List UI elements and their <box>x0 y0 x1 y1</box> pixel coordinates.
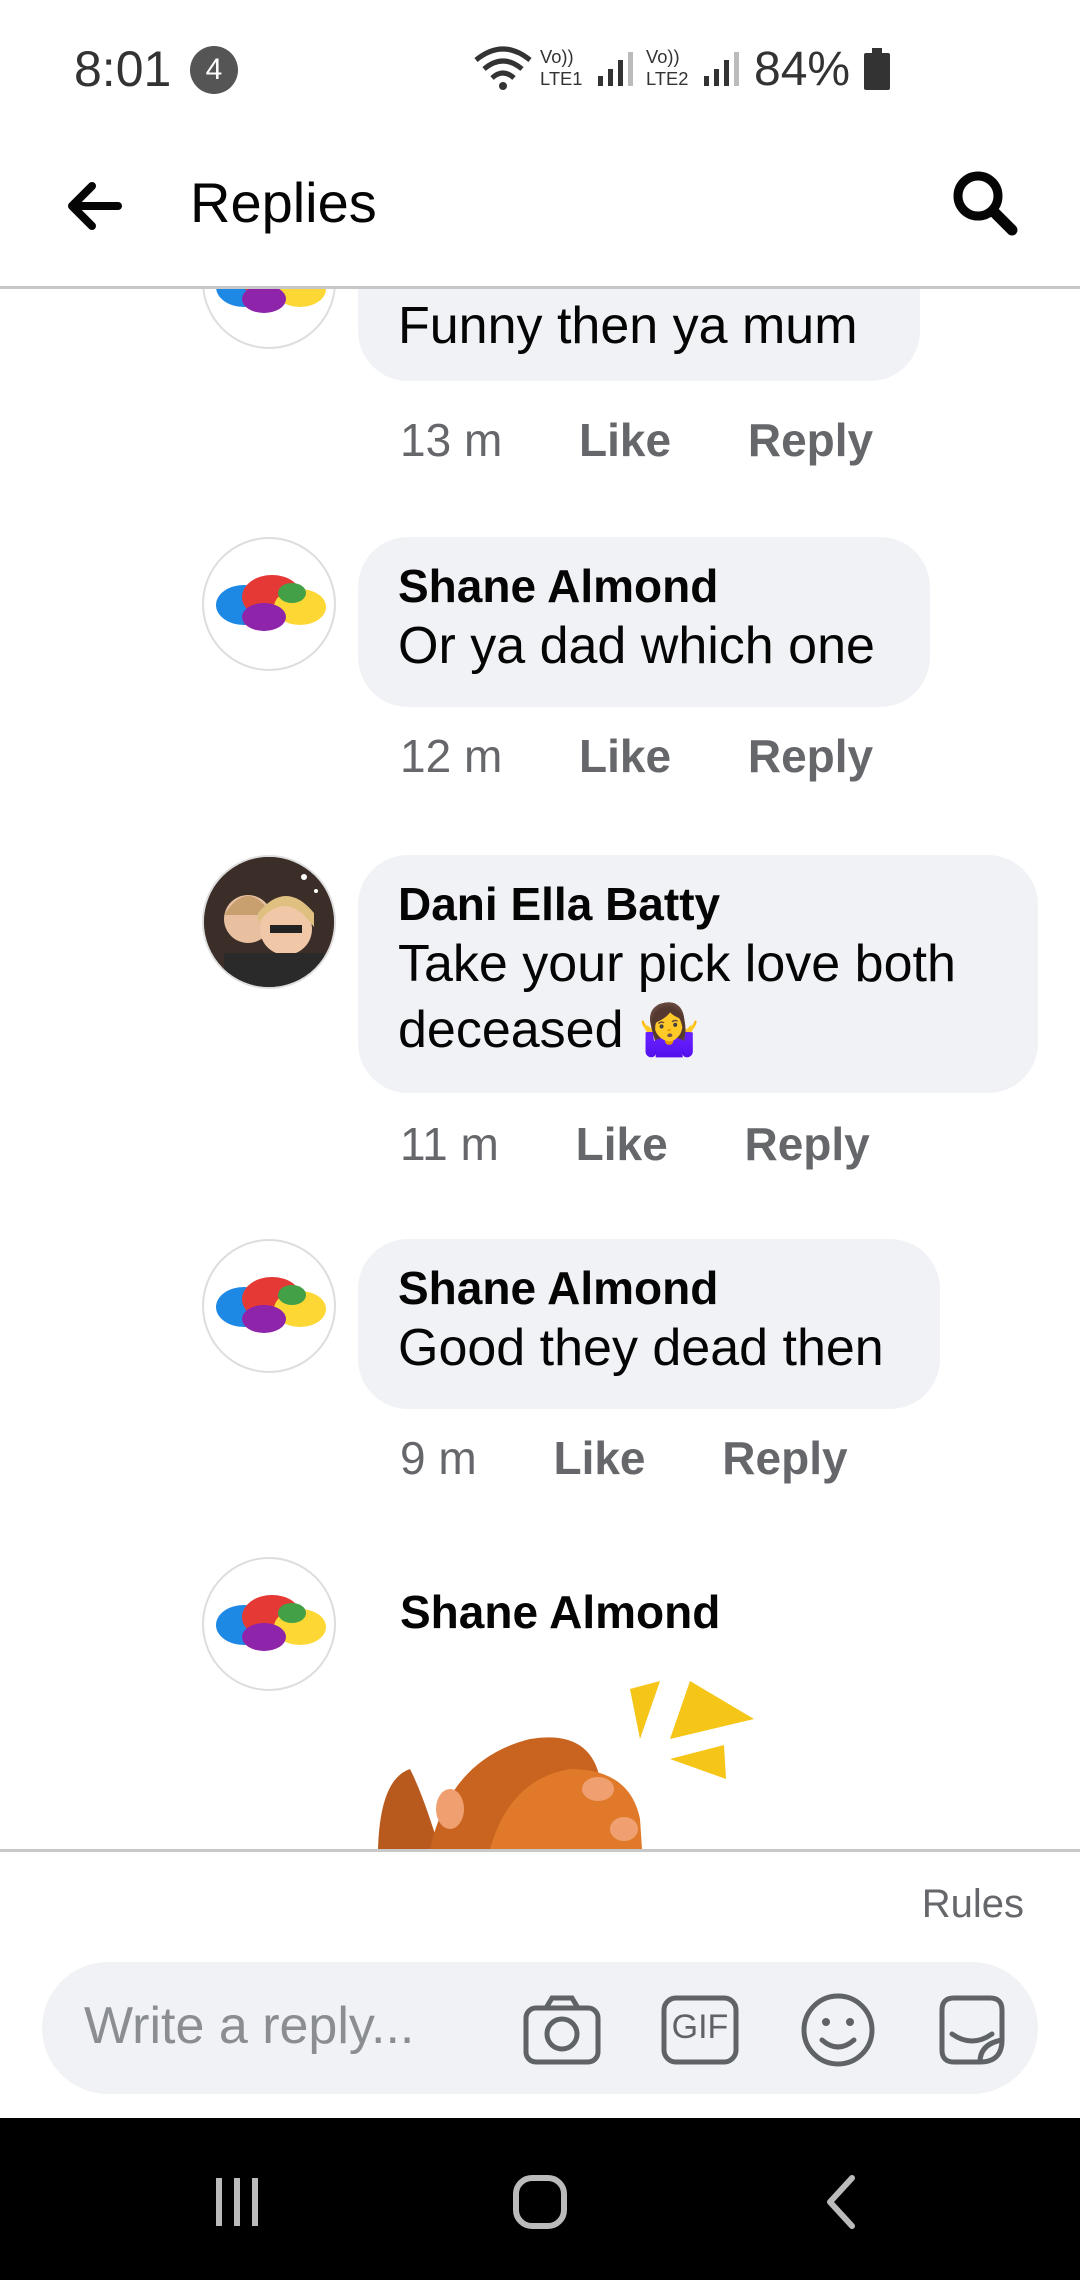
clapping-hands-sticker-icon[interactable] <box>370 1679 760 1849</box>
colorful-splash-avatar-image <box>216 1277 326 1333</box>
profile-photo-avatar-image <box>204 857 334 987</box>
comment-bubble[interactable]: Shane Almond Good they dead then <box>358 1239 940 1409</box>
colorful-splash-avatar-image <box>216 575 326 631</box>
wifi-icon <box>474 46 532 90</box>
reply-input[interactable]: Write a reply... GIF <box>42 1962 1038 2094</box>
gif-label: GIF <box>671 2008 729 2046</box>
comment-time[interactable]: 11 m <box>400 1117 499 1171</box>
sim1-label: Vo)) LTE1 <box>540 46 582 90</box>
avatar[interactable] <box>202 855 336 989</box>
system-navigation-bar <box>0 2118 1080 2280</box>
comment-text: Take your pick love both deceased 🤷‍♀️ <box>398 931 998 1063</box>
lte2-label: LTE2 <box>646 68 689 89</box>
comment-text: Or ya dad which one <box>398 617 875 675</box>
battery-percent: 84% <box>754 43 851 96</box>
comment-text: Good they dead then <box>398 1319 884 1377</box>
reply-button[interactable]: Reply <box>744 1117 869 1171</box>
colorful-splash-avatar-image <box>216 289 326 313</box>
avatar[interactable] <box>202 1239 336 1373</box>
like-button[interactable]: Like <box>579 413 671 467</box>
comment-time[interactable]: 13 m <box>400 413 502 467</box>
comment-actions: 11 m Like Reply <box>400 1117 934 1171</box>
sticker-icon[interactable] <box>932 1990 1012 2070</box>
back-nav-icon[interactable] <box>814 2172 874 2232</box>
colorful-splash-avatar-image <box>216 1595 326 1651</box>
reply-input-placeholder[interactable]: Write a reply... <box>84 1996 414 2056</box>
shrugging-woman-emoji-icon: 🤷‍♀️ <box>637 1002 701 1058</box>
volte1-label: Vo)) <box>540 46 574 67</box>
rules-link[interactable]: Rules <box>922 1882 1024 1927</box>
comment-text: Funny then ya mum <box>398 297 858 355</box>
search-icon[interactable] <box>948 166 1022 240</box>
comment-author[interactable]: Shane Almond <box>398 1261 900 1315</box>
lte1-label: LTE1 <box>540 68 583 89</box>
avatar[interactable] <box>202 537 336 671</box>
gif-button[interactable]: GIF <box>660 1990 740 2070</box>
status-bar: 8:01 4 Vo)) LTE1 Vo)) LTE2 84% <box>0 0 1080 140</box>
like-button[interactable]: Like <box>576 1117 668 1171</box>
reply-button[interactable]: Reply <box>748 729 873 783</box>
replies-feed[interactable]: Funny then ya mum 13 m Like Reply Shane … <box>0 289 1080 1849</box>
battery-icon <box>864 48 890 90</box>
avatar[interactable] <box>202 289 336 349</box>
camera-icon[interactable] <box>522 1990 602 2070</box>
comment-author[interactable]: Shane Almond <box>398 559 890 613</box>
comment-author[interactable]: Shane Almond <box>400 1585 720 1639</box>
status-time: 8:01 <box>74 41 172 97</box>
page-title: Replies <box>190 171 377 234</box>
home-icon[interactable] <box>510 2172 570 2232</box>
reply-button[interactable]: Reply <box>722 1431 847 1485</box>
comment-author[interactable]: Dani Ella Batty <box>398 877 998 931</box>
avatar[interactable] <box>202 1557 336 1691</box>
recent-apps-icon[interactable] <box>208 2172 268 2232</box>
app-header: Replies <box>0 140 1080 289</box>
notification-count-badge: 4 <box>190 46 238 94</box>
reply-composer: Rules Write a reply... GIF <box>0 1849 1080 2121</box>
reply-button[interactable]: Reply <box>748 413 873 467</box>
volte2-label: Vo)) <box>646 46 680 67</box>
signal-bars-1-icon <box>598 52 633 86</box>
like-button[interactable]: Like <box>579 729 671 783</box>
comment-actions: 13 m Like Reply <box>400 413 937 467</box>
comment-actions: 9 m Like Reply <box>400 1431 912 1485</box>
like-button[interactable]: Like <box>553 1431 645 1485</box>
back-arrow-icon[interactable] <box>64 176 124 236</box>
comment-bubble[interactable]: Funny then ya mum <box>358 289 920 381</box>
comment-bubble[interactable]: Dani Ella Batty Take your pick love both… <box>358 855 1038 1093</box>
signal-bars-2-icon <box>704 52 739 86</box>
comment-bubble[interactable]: Shane Almond Or ya dad which one <box>358 537 930 707</box>
sim2-label: Vo)) LTE2 <box>646 46 688 90</box>
comment-time[interactable]: 12 m <box>400 729 502 783</box>
comment-actions: 12 m Like Reply <box>400 729 937 783</box>
emoji-icon[interactable] <box>798 1990 878 2070</box>
comment-time[interactable]: 9 m <box>400 1431 477 1485</box>
